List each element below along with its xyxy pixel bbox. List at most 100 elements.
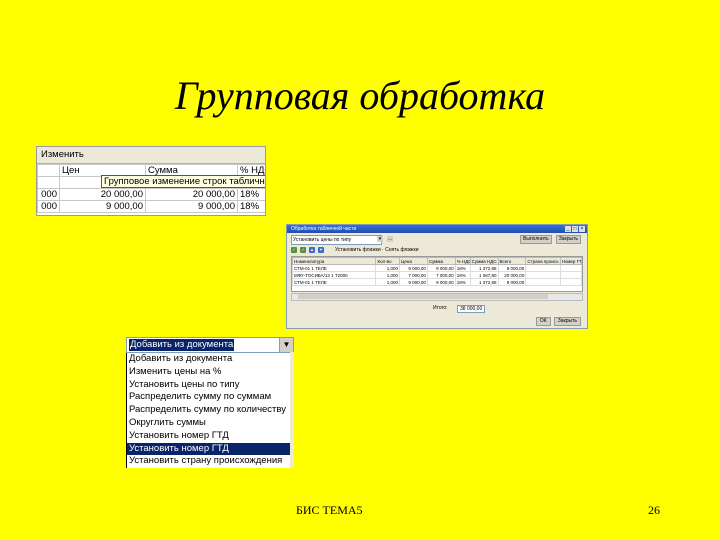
ok-button[interactable]: ОК [535, 317, 551, 326]
grid-toolbar: ✓ ✓ ▲ ▼ Установить флажки · Снять флажки [287, 245, 587, 255]
action-select[interactable]: Установить цены по типу [291, 235, 382, 245]
table-cell: 7 000,00 [399, 271, 428, 279]
table-cell: 9 000,00 [426, 278, 456, 286]
table-cell: 20 000,00 [497, 271, 527, 279]
maximize-icon[interactable]: □ [572, 226, 578, 232]
dropdown-item[interactable]: Распределить сумму по количеству [127, 404, 291, 417]
table-row[interactable]: СТМ-01 1 ТЕЛЕ 1,000 9 000,00 9 000,00 18… [292, 278, 582, 286]
column-header[interactable]: Сумма [426, 257, 456, 265]
chevron-down-icon[interactable]: ▾ [377, 236, 383, 242]
table-cell [525, 264, 561, 272]
table-cell: 9 000,00 [399, 264, 428, 272]
table-cell: 7 000,00 [426, 271, 456, 279]
action-combo[interactable]: Добавить из документа ▼ [126, 337, 294, 353]
column-header[interactable]: Номер ГТД [559, 257, 582, 265]
dropdown-item[interactable]: Установить номер ГТД [127, 442, 291, 456]
table-cell: 9 000,00 [145, 200, 238, 213]
close-icon[interactable]: × [579, 226, 585, 232]
table-cell [559, 278, 582, 286]
dropdown-item[interactable]: Установить страну происхождения [127, 455, 291, 468]
column-header[interactable]: Всего [497, 257, 527, 265]
page-number: 26 [648, 503, 660, 517]
table-cell: 9 000,00 [497, 264, 527, 272]
table-cell: 1 372,88 [469, 278, 499, 286]
column-header[interactable]: % НДС [454, 257, 471, 265]
column-header[interactable]: Сумма НДС [469, 257, 499, 265]
action-dropdown-screenshot: Добавить из документа ▼ Добавить из доку… [126, 337, 294, 468]
table-row[interactable]: МФУ-ТОСИБА/13 1 Т2000 1,000 7 000,00 7 0… [292, 271, 582, 279]
dropdown-scrollbar[interactable] [290, 352, 294, 468]
ellipsis-icon[interactable]: … [387, 236, 393, 242]
header-cell [37, 164, 60, 177]
toolbar-text: Установить флажки · Снять флажки [335, 247, 419, 253]
window-title: Обработка табличной части [291, 226, 357, 232]
minimize-icon[interactable]: _ [565, 226, 571, 232]
table-fragment: Цен Сумма % НДС 000 20 000,00 20 000,00 … [37, 164, 265, 213]
processing-window-screenshot: Обработка табличной части _ □ × Установи… [286, 224, 588, 329]
table-row[interactable]: СТМ-01 1 ТЕЛЕ 1,000 9 000,00 9 000,00 18… [292, 264, 582, 272]
table-cell: 20 000,00 [59, 188, 146, 201]
close-window-button[interactable]: Закрыть [553, 317, 581, 326]
column-header[interactable]: Страна происх. [525, 257, 561, 265]
check-all-icon[interactable]: ✓ [291, 247, 297, 253]
close-button[interactable]: Закрыть [555, 235, 581, 244]
slide-title: Групповая обработка [174, 73, 546, 118]
table-row[interactable]: 000 20 000,00 20 000,00 18% [37, 188, 265, 201]
dropdown-item[interactable]: Распределить сумму по суммам [127, 391, 291, 404]
table-cell: СТМ-01 1 ТЕЛЕ [292, 264, 377, 272]
tooltip: Групповое изменение строк табличной част… [101, 175, 265, 188]
table-cell: 18% [454, 278, 471, 286]
action-buttons: Выполнить Закрыть [520, 235, 581, 244]
column-header[interactable]: Номенклатура [292, 257, 377, 265]
combo-value: Добавить из документа [129, 339, 235, 351]
totals-label: Итого: [433, 305, 448, 311]
table-cell: 9 000,00 [426, 264, 456, 272]
table-cell: 20 000,00 [145, 188, 238, 201]
table-cell: 1,000 [375, 271, 401, 279]
action-select-row: Установить цены по типу ▾ … Выполнить За… [287, 233, 587, 245]
dropdown-item[interactable]: Добавить из документа [127, 353, 291, 366]
footer-buttons: ОК Закрыть [535, 317, 581, 326]
column-header[interactable]: Кол-во [375, 257, 401, 265]
totals-value: 38 000,00 [457, 305, 486, 313]
table-cell [525, 271, 561, 279]
move-up-icon[interactable]: ▲ [309, 247, 315, 253]
table-cell [37, 176, 60, 189]
dropdown-list: Добавить из документа Изменить цены на %… [126, 353, 292, 468]
footer-text: БИС ТЕМА5 [296, 503, 363, 517]
table-cell: 1,000 [375, 278, 401, 286]
dropdown-item[interactable]: Изменить цены на % [127, 366, 291, 379]
table-cell: 1,000 [375, 264, 401, 272]
grid-header-row: Номенклатура Кол-во Цена Сумма % НДС Сум… [292, 257, 582, 265]
table-cell [525, 278, 561, 286]
table-cell: 9 000,00 [497, 278, 527, 286]
table-cell: 18% [237, 188, 265, 201]
table-cell: 000 [37, 188, 60, 201]
execute-button[interactable]: Выполнить [520, 235, 552, 244]
table-cell: 18% [237, 200, 265, 213]
window-controls: _ □ × [565, 226, 585, 232]
table-toolbar: Изменить [37, 147, 265, 164]
table-cell: СТМ-01 1 ТЕЛЕ [292, 278, 377, 286]
move-down-icon[interactable]: ▼ [318, 247, 324, 253]
dropdown-item[interactable]: Установить номер ГТД [127, 430, 291, 443]
table-cell: 000 [37, 200, 60, 213]
table-cell: 18% [454, 271, 471, 279]
window-titlebar: Обработка табличной части _ □ × [287, 225, 587, 233]
uncheck-all-icon[interactable]: ✓ [300, 247, 306, 253]
table-cell: 9 000,00 [399, 278, 428, 286]
scrollbar-thumb[interactable] [298, 294, 548, 299]
table-cell: 9 000,00 [59, 200, 146, 213]
table-cell [559, 271, 582, 279]
table-cell: 1 067,80 [469, 271, 499, 279]
totals-row: Итого: 38 000,00 [287, 301, 587, 315]
table-row[interactable]: 000 9 000,00 9 000,00 18% [37, 200, 265, 213]
dropdown-item[interactable]: Округлить суммы [127, 417, 291, 430]
dropdown-item[interactable]: Установить цены по типу [127, 379, 291, 392]
change-button[interactable]: Изменить [38, 148, 87, 161]
chevron-down-icon[interactable]: ▼ [279, 338, 293, 352]
column-header[interactable]: Цена [399, 257, 428, 265]
table-cell [559, 264, 582, 272]
table-fragment-screenshot: Изменить Цен Сумма % НДС 000 20 000,00 2… [36, 146, 266, 216]
horizontal-scrollbar[interactable] [291, 293, 583, 301]
